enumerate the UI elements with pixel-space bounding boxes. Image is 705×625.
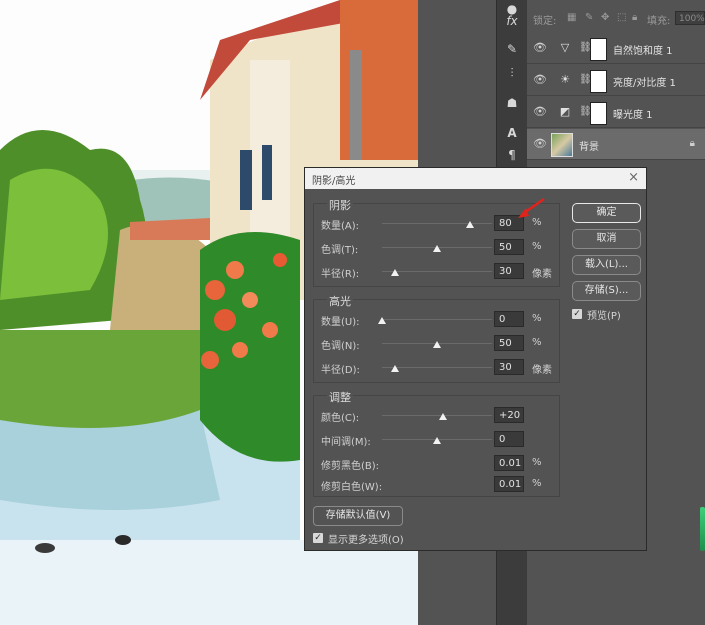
slider-thumb[interactable]	[433, 245, 441, 252]
shadow-radius-label: 半径(R):	[321, 269, 360, 280]
fill-label: 填充:	[647, 16, 671, 27]
clip-black-label: 修剪黑色(B):	[321, 461, 380, 472]
unit-label: 像素	[532, 269, 552, 280]
highlight-radius-row: 半径(D): 30 像素	[321, 359, 552, 377]
layer-name: 曝光度 1	[613, 110, 653, 121]
annotation-arrow	[518, 197, 545, 218]
visibility-eye-icon[interactable]: 👁︎	[533, 138, 547, 150]
highlight-tone-row: 色调(N): 50 %	[321, 335, 551, 353]
exposure-icon: ◩	[559, 105, 571, 118]
unit-label: %	[532, 478, 542, 489]
slider-track[interactable]	[382, 223, 492, 224]
midtone-label: 中间调(M):	[321, 437, 371, 448]
layer-row-selected[interactable]: 👁︎ 背景 🔒︎	[527, 129, 705, 160]
scroll-indicator[interactable]	[700, 507, 705, 551]
shadow-tone-row: 色调(T): 50 %	[321, 239, 551, 257]
lock-all-icon[interactable]: 🔒︎	[632, 12, 637, 23]
sliders-icon[interactable]: ⫶	[503, 64, 521, 82]
lock-row: 锁定: ▦ ✎ ✥ ⬚ 🔒︎ 填充: 100%	[531, 10, 705, 28]
fill-field[interactable]: 100%	[675, 11, 705, 25]
color-label: 颜色(C):	[321, 413, 360, 424]
layer-mask-thumb[interactable]	[590, 38, 607, 61]
adjust-title: 调整	[327, 389, 353, 405]
save-defaults-button[interactable]: 存储默认值(V)	[313, 506, 403, 526]
highlight-radius-input[interactable]: 30	[494, 359, 524, 375]
clip-white-label: 修剪白色(W):	[321, 482, 383, 493]
fx-icon[interactable]: fx	[503, 12, 521, 30]
visibility-eye-icon[interactable]: 👁︎	[533, 106, 547, 118]
highlights-title: 高光	[327, 293, 353, 309]
layer-name: 亮度/对比度 1	[613, 78, 676, 89]
highlight-amount-row: 数量(U): 0 %	[321, 311, 551, 329]
layer-mask-thumb[interactable]	[590, 102, 607, 125]
slider-track[interactable]	[382, 319, 492, 320]
slider-thumb[interactable]	[433, 437, 441, 444]
slider-thumb[interactable]	[438, 413, 447, 420]
highlight-tone-input[interactable]: 50	[494, 335, 524, 351]
layer-name: 背景	[579, 142, 599, 153]
highlight-amount-input[interactable]: 0	[494, 311, 524, 327]
clip-white-row: 修剪白色(W): 0.01 %	[321, 476, 551, 494]
shadows-title: 阴影	[327, 197, 353, 213]
unit-label: %	[532, 313, 542, 324]
lock-transparent-icon[interactable]: ▦	[567, 12, 576, 23]
lock-label: 锁定:	[533, 16, 557, 27]
unit-label: %	[532, 241, 542, 252]
lock-artboard-icon[interactable]: ⬚	[617, 12, 626, 23]
slider-track[interactable]	[382, 415, 492, 416]
slider-thumb[interactable]	[466, 221, 474, 228]
color-input[interactable]: +20	[494, 407, 524, 423]
layer-image-thumb	[551, 133, 573, 157]
layer-name: 自然饱和度 1	[613, 46, 673, 57]
visibility-eye-icon[interactable]: 👁︎	[533, 74, 547, 86]
slider-thumb[interactable]	[378, 317, 386, 324]
shadow-tone-input[interactable]: 50	[494, 239, 524, 255]
unit-label: %	[532, 337, 542, 348]
clip-black-input[interactable]: 0.01	[494, 455, 524, 471]
save-button[interactable]: 存储(S)...	[572, 281, 641, 301]
brush-icon[interactable]: ✎	[503, 40, 521, 58]
layer-row[interactable]: 👁︎ ◩ ⛓︎ 曝光度 1	[527, 97, 705, 128]
clip-white-input[interactable]: 0.01	[494, 476, 524, 492]
sun-icon: ☀︎	[560, 73, 570, 86]
shadow-amount-label: 数量(A):	[321, 221, 360, 232]
shadow-radius-input[interactable]: 30	[494, 263, 524, 279]
highlight-tone-label: 色调(N):	[321, 341, 360, 352]
lock-move-icon[interactable]: ✥	[601, 12, 609, 23]
shadows-highlights-dialog: 阴影/高光 × 阴影 数量(A): 80 % 色调(T): 50 % 半径(R)…	[304, 167, 647, 551]
shadow-tone-label: 色调(T):	[321, 245, 359, 256]
paragraph-icon[interactable]: ¶	[503, 146, 521, 164]
vibrance-icon: ▽	[560, 41, 570, 54]
midtone-input[interactable]: 0	[494, 431, 524, 447]
more-options-label: 显示更多选项(O)	[328, 535, 404, 546]
preview-label: 预览(P)	[587, 311, 621, 322]
cancel-button[interactable]: 取消	[572, 229, 641, 249]
midtone-row: 中间调(M): 0	[321, 431, 551, 449]
people-icon[interactable]: ☗	[503, 94, 521, 112]
layer-row[interactable]: 👁︎ ☀︎ ⛓︎ 亮度/对比度 1	[527, 65, 705, 96]
slider-thumb[interactable]	[391, 365, 400, 372]
slider-thumb[interactable]	[433, 341, 441, 348]
unit-label: %	[532, 457, 542, 468]
layer-mask-thumb[interactable]	[590, 70, 607, 93]
highlight-radius-label: 半径(D):	[321, 365, 360, 376]
dialog-titlebar[interactable]: 阴影/高光 ×	[305, 168, 646, 189]
preview-checkbox[interactable]: ✓	[572, 309, 582, 319]
lock-icon: 🔒︎	[689, 138, 695, 149]
ok-button[interactable]: 确定	[572, 203, 641, 223]
dialog-title: 阴影/高光	[312, 176, 356, 187]
layer-row[interactable]: 👁︎ ▽ ⛓︎ 自然饱和度 1	[527, 33, 705, 64]
lock-paint-icon[interactable]: ✎	[585, 12, 593, 23]
close-icon[interactable]: ×	[628, 170, 639, 185]
visibility-eye-icon[interactable]: 👁︎	[533, 42, 547, 54]
character-icon[interactable]: A	[503, 124, 521, 142]
load-button[interactable]: 载入(L)...	[572, 255, 641, 275]
more-options-checkbox[interactable]: ✓	[313, 533, 323, 543]
highlight-amount-label: 数量(U):	[321, 317, 360, 328]
shadow-radius-row: 半径(R): 30 像素	[321, 263, 552, 281]
color-row: 颜色(C): +20	[321, 407, 551, 425]
clip-black-row: 修剪黑色(B): 0.01 %	[321, 455, 551, 473]
unit-label: 像素	[532, 365, 552, 376]
slider-thumb[interactable]	[391, 269, 400, 276]
